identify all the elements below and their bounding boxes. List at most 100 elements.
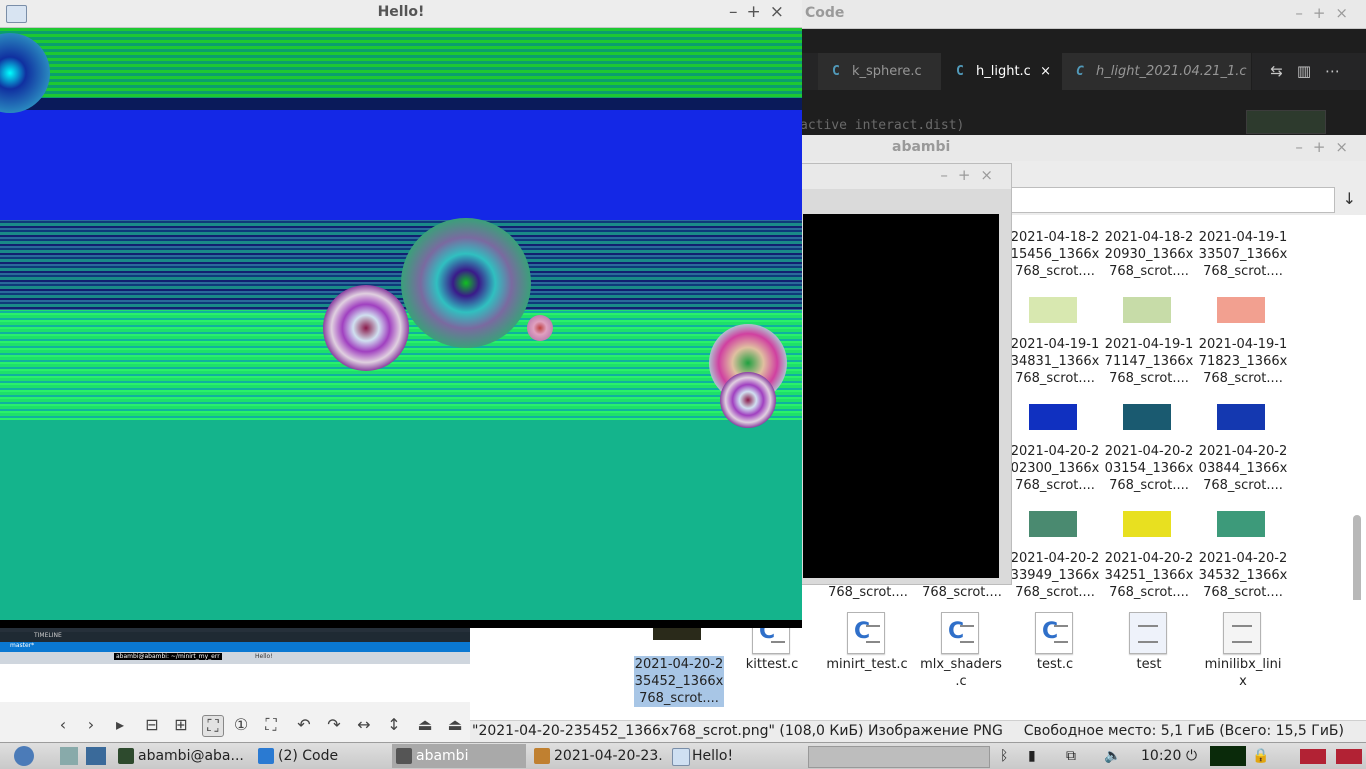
image-thumbnail[interactable] xyxy=(1123,511,1171,537)
dialog-titlebar[interactable]: –+× xyxy=(787,164,1011,189)
tab-h-light-2021[interactable]: C h_light_2021.04.21_1.c xyxy=(1062,53,1252,90)
file-item[interactable]: 768_scrot.... xyxy=(914,584,1010,601)
image-thumbnail[interactable] xyxy=(1029,297,1077,323)
fit-window-icon[interactable]: ⛶ xyxy=(202,715,224,737)
hello-titlebar[interactable]: Hello! –+× xyxy=(0,0,802,28)
task-hello[interactable]: Hello! xyxy=(668,744,802,768)
split-editor-icon[interactable]: ▥ xyxy=(1297,62,1325,80)
c-file-icon[interactable]: C xyxy=(1035,612,1073,654)
vscode-title: Code xyxy=(805,5,845,21)
clock[interactable]: 10:20 xyxy=(1141,744,1181,768)
keyboard-layout-flag-icon[interactable] xyxy=(1336,749,1362,764)
file-item[interactable]: 2021-04-20-2 34251_1366x 768_scrot.... xyxy=(1101,550,1197,601)
path-input[interactable] xyxy=(1010,187,1335,213)
image-thumbnail[interactable] xyxy=(1217,297,1265,323)
hello-label: Hello! xyxy=(255,653,273,660)
image-thumbnail[interactable] xyxy=(1029,511,1077,537)
editor-actions[interactable]: ⇆▥⋯ xyxy=(1270,53,1354,90)
dialog-window-controls[interactable]: –+× xyxy=(940,166,1003,184)
save-file-icon[interactable]: ⏏ xyxy=(445,715,465,735)
compare-changes-icon[interactable]: ⇆ xyxy=(1270,62,1297,80)
file-item-selected[interactable]: 2021-04-20-2 35452_1366x 768_scrot.... xyxy=(634,656,724,707)
workspace-pager[interactable] xyxy=(808,746,990,768)
image-thumbnail[interactable] xyxy=(1217,511,1265,537)
show-desktop-icon[interactable] xyxy=(60,747,78,765)
previous-icon[interactable]: ‹ xyxy=(53,715,73,735)
terminal-label: abambi@abambi: ~/minirt_my_err xyxy=(114,653,222,660)
task-label: (2) Code xyxy=(278,748,339,764)
task-vscode[interactable]: (2) Code xyxy=(254,744,388,768)
power-icon[interactable]: ⏻ xyxy=(1186,744,1197,768)
slideshow-icon[interactable]: ▸ xyxy=(110,715,130,735)
image-thumbnail[interactable] xyxy=(1217,404,1265,430)
network-icon[interactable]: ⧉ xyxy=(1066,744,1076,768)
file-item[interactable]: test.c xyxy=(1007,656,1103,673)
file-manager-titlebar[interactable]: abambi –+× xyxy=(800,135,1366,161)
tab-k-sphere[interactable]: C k_sphere.c xyxy=(818,53,942,90)
file-item[interactable]: 2021-04-20-2 02300_1366x 768_scrot.... xyxy=(1007,443,1103,494)
folder-icon xyxy=(396,748,412,764)
c-file-icon: C xyxy=(832,64,840,79)
task-file-manager[interactable]: abambi xyxy=(392,744,526,768)
minimap[interactable] xyxy=(1246,110,1326,134)
c-file-icon[interactable]: C xyxy=(847,612,885,654)
status-free-space: Свободное место: 5,1 ГиБ (Всего: 15,5 Ги… xyxy=(1023,723,1344,739)
lock-icon[interactable]: 🔒 xyxy=(1252,744,1269,768)
window-icon xyxy=(672,748,690,766)
file-manager-window-controls[interactable]: –+× xyxy=(1295,138,1358,156)
close-icon[interactable]: × xyxy=(1040,53,1051,90)
file-item[interactable]: 2021-04-19-1 71823_1366x 768_scrot.... xyxy=(1195,336,1291,387)
file-item[interactable]: 2021-04-20-2 03844_1366x 768_scrot.... xyxy=(1195,443,1291,494)
dialog-content xyxy=(803,214,999,578)
file-item[interactable]: test xyxy=(1101,656,1197,673)
image-thumbnail[interactable] xyxy=(1123,404,1171,430)
file-item[interactable]: kittest.c xyxy=(724,656,820,673)
text-file-icon[interactable] xyxy=(1223,612,1261,654)
file-item[interactable]: 2021-04-20-2 34532_1366x 768_scrot.... xyxy=(1195,550,1291,601)
task-image-viewer[interactable]: 2021-04-20-23... xyxy=(530,744,664,768)
vscode-window-controls[interactable]: –+× xyxy=(1295,4,1358,22)
image-thumbnail[interactable] xyxy=(1029,404,1077,430)
volume-icon[interactable]: 🔈 xyxy=(1104,744,1121,768)
battery-icon[interactable]: ▮ xyxy=(1028,744,1036,768)
timeline-label: TIMELINE xyxy=(34,632,62,639)
open-file-icon[interactable]: ⏏ xyxy=(415,715,435,735)
tab-h-light[interactable]: C h_light.c × xyxy=(942,53,1062,90)
file-item[interactable]: minirt_test.c xyxy=(819,656,915,673)
file-item[interactable]: 2021-04-20-2 03154_1366x 768_scrot.... xyxy=(1101,443,1197,494)
rotate-right-icon[interactable]: ↷ xyxy=(324,715,344,735)
terminal-icon xyxy=(118,748,134,764)
fullscreen-icon[interactable]: ⛶ xyxy=(261,715,281,735)
path-go-icon[interactable]: ↓ xyxy=(1343,189,1356,208)
file-item[interactable]: 2021-04-19-1 34831_1366x 768_scrot.... xyxy=(1007,336,1103,387)
file-item[interactable]: mlx_shaders .c xyxy=(913,656,1009,690)
file-item[interactable]: 2021-04-18-2 20930_1366x 768_scrot.... xyxy=(1101,229,1197,280)
flip-horizontal-icon[interactable]: ↔ xyxy=(354,715,374,735)
vscode-titlebar[interactable]: Code –+× xyxy=(800,0,1366,29)
render-canvas[interactable] xyxy=(0,28,802,620)
flip-vertical-icon[interactable]: ↕ xyxy=(384,715,404,735)
start-menu-icon[interactable] xyxy=(14,746,34,766)
rotate-left-icon[interactable]: ↶ xyxy=(294,715,314,735)
image-thumbnail[interactable] xyxy=(1123,297,1171,323)
task-terminal[interactable]: abambi@aba... xyxy=(114,744,248,768)
file-item[interactable]: 2021-04-19-1 33507_1366x 768_scrot.... xyxy=(1195,229,1291,280)
tab-label: h_light_2021.04.21_1.c xyxy=(1096,64,1247,79)
workspace-icon[interactable] xyxy=(86,747,106,765)
keyboard-layout-flag-icon[interactable] xyxy=(1300,749,1326,764)
c-file-icon[interactable]: C xyxy=(941,612,979,654)
zoom-out-icon[interactable]: ⊟ xyxy=(142,715,162,735)
hello-window-controls[interactable]: –+× xyxy=(729,2,793,22)
file-item[interactable]: 2021-04-20-2 33949_1366x 768_scrot.... xyxy=(1007,550,1103,601)
file-item[interactable]: minilibx_lini x xyxy=(1195,656,1291,690)
hello-window: Hello! –+× xyxy=(0,0,802,628)
executable-file-icon[interactable] xyxy=(1129,612,1167,654)
file-item[interactable]: 2021-04-19-1 71147_1366x 768_scrot.... xyxy=(1101,336,1197,387)
zoom-in-icon[interactable]: ⊞ xyxy=(171,715,191,735)
file-item[interactable]: 768_scrot.... xyxy=(820,584,916,601)
original-size-icon[interactable]: ① xyxy=(231,715,251,735)
more-actions-icon[interactable]: ⋯ xyxy=(1325,62,1354,80)
bluetooth-icon[interactable]: ᛒ xyxy=(1000,744,1008,768)
next-icon[interactable]: › xyxy=(81,715,101,735)
file-item[interactable]: 2021-04-18-2 15456_1366x 768_scrot.... xyxy=(1007,229,1103,280)
